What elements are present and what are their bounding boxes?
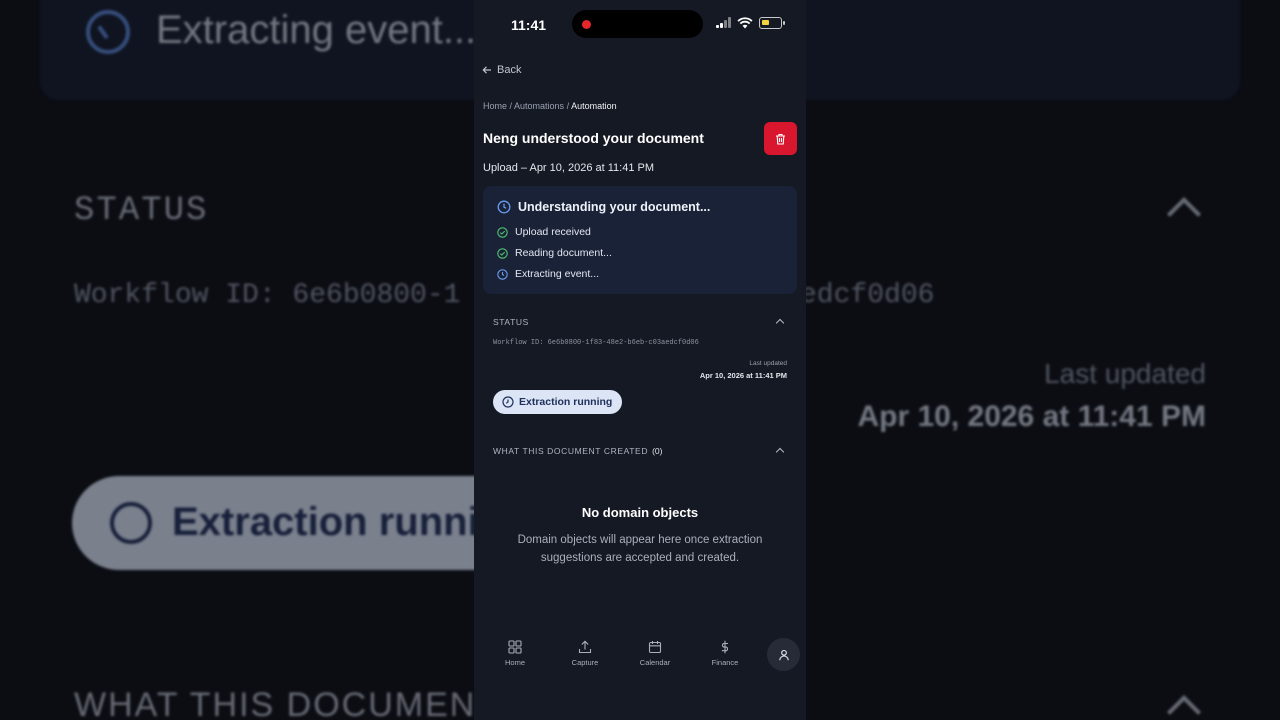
clock-icon xyxy=(497,200,511,214)
chevron-up-icon[interactable] xyxy=(775,318,785,328)
last-updated-value: Apr 10, 2026 at 11:41 PM xyxy=(699,371,787,380)
page-title: Neng understood your document xyxy=(483,130,704,146)
tab-calendar[interactable]: Calendar xyxy=(625,640,685,667)
tab-label: Calendar xyxy=(639,658,671,667)
breadcrumb-current: Automation xyxy=(571,101,617,111)
workflow-id: Workflow ID: 6e6b0800-1f83-48e2-b6eb-c03… xyxy=(493,339,699,347)
clock-icon xyxy=(502,396,514,408)
bg-workflow-left: Workflow ID: 6e6b0800-1 xyxy=(74,280,461,311)
arrow-left-icon xyxy=(482,66,491,74)
status-heading: STATUS xyxy=(493,317,529,327)
status-bar: 11:41 xyxy=(474,0,806,46)
breadcrumb-automations[interactable]: Automations xyxy=(514,101,564,111)
dynamic-island xyxy=(572,10,703,38)
tab-bar: Home Capture Calendar Finance xyxy=(474,632,806,682)
clock-time: 11:41 xyxy=(511,17,547,33)
progress-card: Understanding your document... Upload re… xyxy=(483,186,797,294)
bg-pill-clock-icon xyxy=(110,502,152,544)
cellular-signal-icon xyxy=(716,17,732,28)
clock-icon xyxy=(497,268,508,280)
bg-extracting-text: Extracting event... xyxy=(156,8,477,52)
progress-heading-row: Understanding your document... xyxy=(497,200,710,214)
upload-icon xyxy=(578,640,592,654)
progress-step-label: Reading document... xyxy=(515,247,612,259)
dollar-icon xyxy=(721,640,729,654)
tab-label: Home xyxy=(504,658,525,667)
progress-step-label: Extracting event... xyxy=(515,268,600,280)
phone-screen: 11:41 Back Home / Automations / Automati… xyxy=(474,0,806,720)
breadcrumb-home[interactable]: Home xyxy=(483,101,507,111)
created-section-header[interactable]: WHAT THIS DOCUMENT CREATED (0) xyxy=(493,446,662,456)
chevron-up-icon[interactable] xyxy=(775,447,785,457)
trash-icon xyxy=(776,133,785,145)
tab-label: Finance xyxy=(711,658,739,667)
user-icon xyxy=(778,649,789,660)
tab-label: Capture xyxy=(571,658,599,667)
tab-capture[interactable]: Capture xyxy=(555,640,615,667)
status-badge-label: Extraction running xyxy=(519,396,613,408)
empty-state-description: Domain objects will appear here once ext… xyxy=(517,534,763,564)
breadcrumb-separator: / xyxy=(507,101,515,111)
tab-home[interactable]: Home xyxy=(485,640,545,667)
battery-icon xyxy=(759,17,785,29)
back-label: Back xyxy=(497,64,522,76)
bg-status-heading: STATUS xyxy=(74,192,209,230)
calendar-icon xyxy=(648,641,662,654)
progress-heading: Understanding your document... xyxy=(518,200,711,214)
progress-step: Upload received xyxy=(497,226,591,238)
check-circle-icon xyxy=(497,226,508,238)
tab-finance[interactable]: Finance xyxy=(695,640,755,667)
wifi-icon xyxy=(737,17,753,29)
bg-last-updated-value: Apr 10, 2026 at 11:41 PM xyxy=(857,400,1206,433)
bg-chevron-up-icon-2 xyxy=(1167,695,1201,720)
created-count: (0) xyxy=(652,446,663,456)
back-button[interactable]: Back xyxy=(482,64,521,76)
profile-button[interactable] xyxy=(767,638,800,671)
bg-last-updated-label: Last updated xyxy=(1044,358,1206,389)
check-circle-icon xyxy=(497,247,508,259)
last-updated-label: Last updated xyxy=(749,360,787,367)
progress-step: Reading document... xyxy=(497,247,612,259)
breadcrumb: Home / Automations / Automation xyxy=(483,101,617,111)
empty-state-title: No domain objects xyxy=(581,505,699,520)
created-heading: WHAT THIS DOCUMENT CREATED xyxy=(493,446,649,456)
progress-step-label: Upload received xyxy=(515,226,591,238)
grid-icon xyxy=(508,640,522,654)
delete-button[interactable] xyxy=(764,122,797,155)
progress-step: Extracting event... xyxy=(497,268,599,280)
bg-chevron-up-icon xyxy=(1167,197,1201,231)
status-badge: Extraction running xyxy=(493,390,623,414)
status-section-header[interactable]: STATUS xyxy=(493,317,529,327)
bg-workflow-right: edcf0d06 xyxy=(800,280,935,311)
bg-clock-icon xyxy=(86,10,130,54)
recording-dot-icon xyxy=(582,20,591,29)
upload-timestamp: Upload – Apr 10, 2026 at 11:41 PM xyxy=(483,162,655,174)
